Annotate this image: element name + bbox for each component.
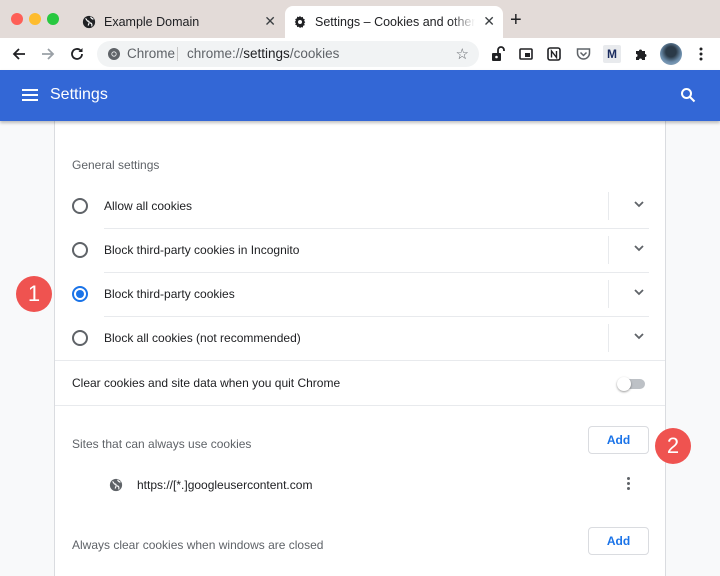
browser-toolbar: Chrome chrome://settings/cookies ☆ M — [0, 38, 720, 70]
toggle-knob — [617, 377, 631, 391]
clear-on-quit-label: Clear cookies and site data when you qui… — [72, 376, 341, 390]
window-close-button[interactable] — [11, 13, 23, 25]
more-actions-icon[interactable] — [625, 477, 631, 493]
add-allowed-site-button[interactable]: Add — [588, 426, 649, 454]
lock-icon — [492, 46, 505, 61]
tab-bar: Example Domain ✕ Settings – Cookies and … — [0, 0, 720, 38]
url-text[interactable]: chrome://settings/cookies — [187, 46, 339, 61]
picture-in-picture-icon — [519, 48, 533, 60]
site-url: https://[*.]googleusercontent.com — [137, 478, 313, 492]
site-chip: Chrome — [127, 46, 176, 61]
new-tab-button[interactable]: + — [510, 10, 522, 30]
divider — [55, 360, 665, 361]
url-path: /cookies — [289, 46, 340, 61]
reload-button[interactable] — [67, 44, 87, 64]
close-tab-icon[interactable]: ✕ — [264, 13, 276, 30]
tab-title: Settings – Cookies and other site data — [315, 15, 475, 29]
notion-extension-button[interactable] — [545, 45, 563, 63]
divider — [55, 405, 665, 406]
close-tab-icon[interactable]: ✕ — [483, 13, 495, 30]
general-settings-heading: General settings — [72, 158, 160, 172]
row-separator — [608, 236, 609, 264]
add-clear-on-close-site-button[interactable]: Add — [588, 527, 649, 555]
settings-header: Settings — [0, 70, 720, 121]
option-allow-all-cookies[interactable]: Allow all cookies — [55, 184, 665, 228]
radio-button-selected[interactable] — [72, 286, 88, 302]
clear-on-quit-toggle[interactable] — [617, 377, 645, 391]
chevron-down-icon[interactable] — [633, 242, 645, 254]
allow-sites-heading: Sites that can always use cookies — [72, 437, 252, 451]
option-label: Block third-party cookies — [104, 287, 235, 301]
chrome-icon — [108, 48, 120, 60]
menu-icon[interactable] — [22, 89, 38, 101]
address-bar[interactable]: Chrome chrome://settings/cookies ☆ — [97, 41, 479, 67]
url-host: settings — [243, 46, 290, 61]
chevron-down-icon[interactable] — [633, 330, 645, 342]
pocket-extension-button[interactable] — [574, 45, 592, 63]
url-scheme: chrome:// — [187, 46, 244, 61]
more-vert-icon — [699, 47, 703, 61]
radio-button[interactable] — [72, 198, 88, 214]
lock-extension-button[interactable] — [489, 45, 507, 63]
tab-settings[interactable]: Settings – Cookies and other site data ✕ — [285, 6, 503, 38]
annotation-badge-2: 2 — [655, 428, 691, 464]
option-block-third-party-incognito[interactable]: Block third-party cookies in Incognito — [55, 228, 665, 272]
back-button[interactable] — [9, 44, 29, 64]
option-label: Block all cookies (not recommended) — [104, 331, 301, 345]
pocket-icon — [576, 48, 590, 60]
allowed-site-item: https://[*.]googleusercontent.com — [55, 469, 665, 501]
radio-button[interactable] — [72, 330, 88, 346]
bookmark-star-icon[interactable]: ☆ — [456, 45, 469, 63]
option-label: Allow all cookies — [104, 199, 193, 213]
omnibox-separator — [177, 47, 178, 61]
row-separator — [608, 192, 609, 220]
profile-avatar[interactable] — [660, 43, 682, 65]
option-block-third-party[interactable]: Block third-party cookies — [55, 272, 665, 316]
row-separator — [608, 280, 609, 308]
gear-icon — [294, 15, 306, 29]
reload-icon — [71, 48, 83, 60]
tab-example-domain[interactable]: Example Domain ✕ — [74, 6, 284, 38]
pip-extension-button[interactable] — [517, 45, 535, 63]
clear-on-close-heading: Always clear cookies when windows are cl… — [72, 538, 324, 552]
cookies-settings-card: General settings Allow all cookies Block… — [54, 121, 666, 576]
page-title: Settings — [50, 86, 108, 103]
m-extension-icon: M — [607, 47, 617, 61]
window-minimize-button[interactable] — [29, 13, 41, 25]
chevron-down-icon[interactable] — [633, 198, 645, 210]
globe-icon — [109, 478, 123, 492]
forward-button[interactable] — [38, 44, 58, 64]
row-separator — [608, 324, 609, 352]
m-extension-button[interactable]: M — [603, 45, 621, 63]
puzzle-icon — [636, 49, 647, 60]
window-zoom-button[interactable] — [47, 13, 59, 25]
search-icon[interactable] — [680, 87, 696, 103]
globe-icon — [82, 15, 96, 29]
arrow-left-icon — [12, 48, 25, 60]
extensions-button[interactable] — [632, 45, 650, 63]
annotation-badge-1: 1 — [16, 276, 52, 312]
radio-button[interactable] — [72, 242, 88, 258]
notion-icon — [547, 47, 561, 61]
tab-title: Example Domain — [104, 15, 200, 29]
chrome-menu-button[interactable] — [692, 45, 710, 63]
chevron-down-icon[interactable] — [633, 286, 645, 298]
arrow-right-icon — [42, 48, 55, 60]
option-block-all-cookies[interactable]: Block all cookies (not recommended) — [55, 316, 665, 360]
option-label: Block third-party cookies in Incognito — [104, 243, 300, 257]
